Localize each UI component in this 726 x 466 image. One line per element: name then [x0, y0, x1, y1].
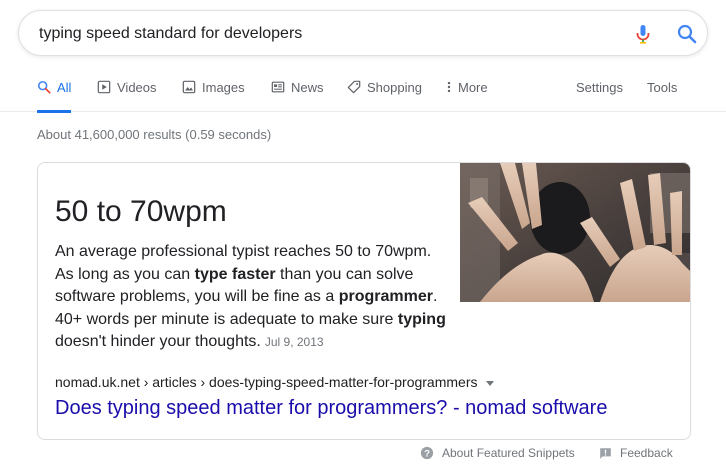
tab-all[interactable]: All	[37, 78, 72, 113]
featured-answer: 50 to 70wpm	[55, 195, 227, 228]
feedback-link[interactable]: Feedback	[599, 446, 673, 460]
svg-text:?: ?	[424, 449, 430, 460]
tab-videos[interactable]: Videos	[97, 78, 157, 112]
about-featured-snippets-link[interactable]: ? About Featured Snippets	[420, 446, 575, 460]
tab-label: Videos	[117, 80, 157, 95]
snippet-text: An average professional typist reaches 5…	[55, 241, 451, 354]
tag-icon	[347, 80, 361, 94]
tab-label: Images	[202, 80, 245, 95]
snippet-thumbnail-image[interactable]	[460, 163, 690, 302]
snippet-bold: programmer	[338, 288, 433, 305]
snippet-text-part: doesn't hinder your thoughts.	[55, 333, 261, 350]
search-box	[18, 10, 708, 56]
about-featured-snippets-label: About Featured Snippets	[442, 446, 575, 460]
tab-label: All	[57, 80, 72, 95]
tab-more[interactable]: More	[446, 78, 488, 112]
search-icon	[677, 24, 697, 44]
image-icon	[182, 80, 196, 94]
tab-label: More	[458, 80, 488, 95]
snippet-date: Jul 9, 2013	[264, 335, 324, 349]
result-stats: About 41,600,000 results (0.59 seconds)	[37, 127, 272, 142]
result-cite: nomad.uk.net › articles › does-typing-sp…	[55, 374, 494, 390]
feedback-icon	[600, 447, 611, 459]
snippet-bold: type faster	[194, 265, 276, 283]
help-icon: ?	[420, 446, 434, 460]
news-icon	[271, 81, 285, 93]
settings-link[interactable]: Settings	[576, 80, 623, 95]
search-icon	[37, 80, 51, 94]
microphone-icon[interactable]	[631, 22, 655, 46]
feedback-label: Feedback	[620, 446, 673, 460]
snippet-bold: typing	[397, 310, 446, 328]
tab-images[interactable]: Images	[182, 78, 245, 112]
featured-snippet-card: 50 to 70wpm An average professional typi…	[37, 162, 691, 440]
tab-news[interactable]: News	[271, 78, 324, 112]
more-vert-icon	[447, 81, 451, 93]
tools-link[interactable]: Tools	[647, 80, 677, 95]
cite-menu-arrow-icon[interactable]	[485, 380, 494, 386]
tab-shopping[interactable]: Shopping	[347, 78, 422, 112]
result-title-link[interactable]: Does typing speed matter for programmers…	[55, 397, 607, 420]
tab-label: News	[291, 80, 324, 95]
search-input[interactable]	[39, 23, 599, 45]
cite-url: nomad.uk.net › articles › does-typing-sp…	[55, 374, 478, 390]
tab-label: Shopping	[367, 80, 422, 95]
search-tabs: All Videos Images News Shopping More Set…	[0, 78, 726, 113]
video-icon	[97, 80, 111, 94]
search-button[interactable]	[675, 22, 699, 46]
